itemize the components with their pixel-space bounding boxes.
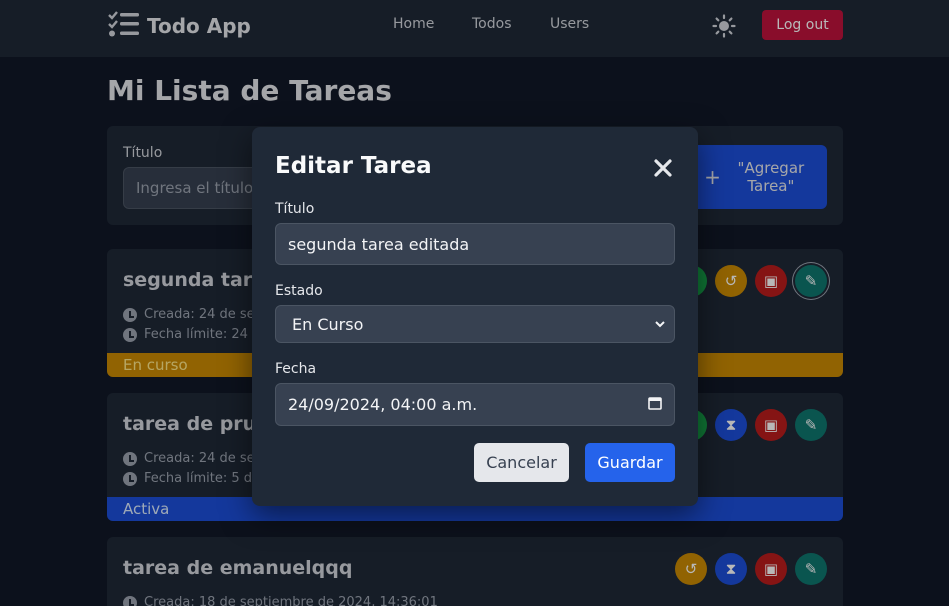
chevron-down-icon bbox=[654, 315, 666, 334]
title-input-value: segunda tarea editada bbox=[288, 234, 470, 254]
calendar-icon[interactable] bbox=[648, 395, 662, 414]
cancel-button[interactable]: Cancelar bbox=[474, 443, 569, 482]
close-button[interactable] bbox=[652, 157, 674, 179]
date-label: Fecha bbox=[275, 361, 317, 377]
date-input[interactable]: 24/09/2024, 04:00 a.m. bbox=[275, 383, 675, 426]
status-select[interactable]: En Curso bbox=[275, 305, 675, 343]
save-button[interactable]: Guardar bbox=[585, 443, 675, 482]
modal-title: Editar Tarea bbox=[275, 153, 432, 179]
close-icon bbox=[652, 159, 674, 183]
status-label: Estado bbox=[275, 283, 323, 299]
date-input-value: 24/09/2024, 04:00 a.m. bbox=[288, 395, 478, 414]
edit-task-modal: Editar Tarea Título segunda tarea editad… bbox=[252, 127, 698, 506]
title-label: Título bbox=[275, 201, 315, 217]
title-input[interactable]: segunda tarea editada bbox=[275, 223, 675, 265]
status-select-value: En Curso bbox=[292, 314, 364, 334]
